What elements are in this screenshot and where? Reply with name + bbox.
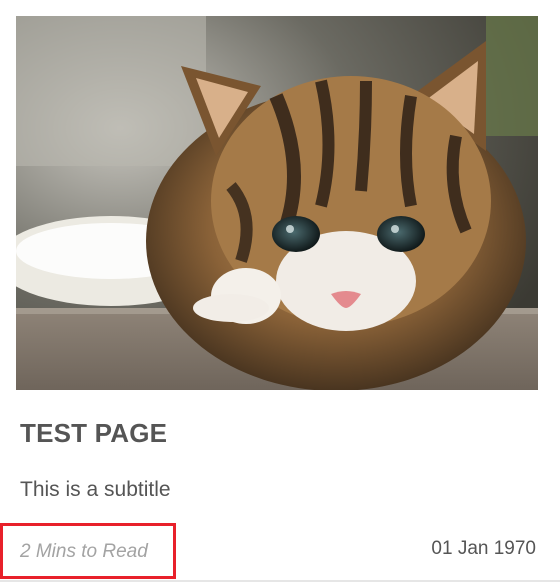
article-image[interactable] (16, 16, 538, 390)
kitten-photo (16, 16, 538, 390)
read-time-highlight: 2 Mins to Read (0, 523, 176, 579)
article-title[interactable]: TEST PAGE (20, 418, 167, 449)
read-time-label: 2 Mins to Read (20, 541, 148, 562)
article-card[interactable]: TEST PAGE This is a subtitle 2 Mins to R… (0, 0, 560, 582)
publish-date: 01 Jan 1970 (431, 538, 536, 559)
article-subtitle: This is a subtitle (20, 478, 171, 501)
